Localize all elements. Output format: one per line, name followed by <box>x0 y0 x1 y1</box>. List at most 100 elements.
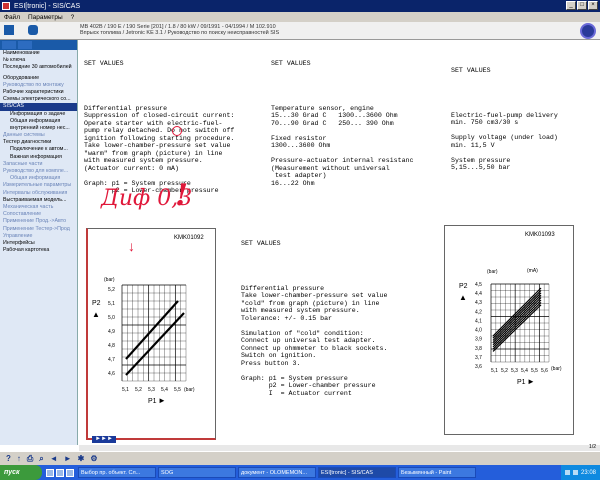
print-icon[interactable]: ⎙ <box>27 454 33 464</box>
tick-label: 5,1 <box>122 387 129 393</box>
sidebar-item[interactable]: Руководство по монтажу <box>0 82 77 89</box>
right-arrow-icon-2: ► <box>527 377 535 386</box>
document-view: SET VALUES Differential pressure Suppress… <box>79 40 600 445</box>
sidebar-item[interactable]: Запасные части <box>0 161 77 168</box>
red-arrow-icon: ↓ <box>128 238 135 254</box>
sidebar-item[interactable]: Измерительные параметры <box>0 182 77 189</box>
taskbar-buttons: Выбор пр. объект. Сл... SOG документ - OLO… <box>76 467 476 478</box>
current-curve <box>492 299 542 348</box>
page-indicator: 1/2 <box>589 444 596 450</box>
sidebar-item[interactable]: Рабочие характеристики <box>0 89 77 96</box>
minimize-button[interactable]: _ <box>566 1 576 10</box>
quick-launch-icon-2[interactable] <box>56 468 64 477</box>
tools-icon[interactable]: ⚙ <box>90 454 97 463</box>
back-icon[interactable]: ◄ <box>50 454 58 463</box>
tray-icon <box>564 470 570 475</box>
sidebar-item[interactable]: Выстраиваемая модель... <box>0 197 77 204</box>
menu-bar: Файл Параметры ? <box>0 12 600 22</box>
tick-label: 5,4 <box>161 387 168 393</box>
sidebar-item[interactable]: Общая информация <box>0 175 77 182</box>
text-line: min. 11,5 V <box>451 141 495 149</box>
maximize-button[interactable]: □ <box>577 1 587 10</box>
sidebar-item[interactable]: Управление <box>0 233 77 240</box>
sidebar-item[interactable]: Руководство для компле... <box>0 168 77 175</box>
panel-mid-heading: SET VALUES <box>271 60 311 67</box>
sidebar-item[interactable]: Тестер диагностики <box>0 139 77 146</box>
tick-label: 4,4 <box>475 291 482 297</box>
sidebar-item[interactable]: Применение Тестер->Прод <box>0 226 77 233</box>
taskbar-button[interactable]: ESI[tronic] - SIS/CAS <box>318 467 396 478</box>
sidebar-item[interactable]: Данные системы <box>0 132 77 139</box>
forward-icon[interactable]: ► <box>64 454 72 463</box>
sidebar-item[interactable]: Важная информация <box>0 154 77 161</box>
taskbar-button[interactable]: документ - OLOMEMON... <box>238 467 316 478</box>
text-line: Differential pressure <box>84 104 168 112</box>
help-icon[interactable]: ? <box>6 454 11 463</box>
start-button[interactable]: пуск <box>0 465 42 480</box>
clock: 23:08 <box>580 469 596 476</box>
sidebar-item[interactable]: Информация о задаче <box>0 111 77 118</box>
sidebar-item[interactable]: Интерфейсы <box>0 240 77 247</box>
text-line: Electric-fuel-pump delivery <box>451 111 558 119</box>
sidebar-item[interactable]: Интервалы обслуживания <box>0 190 77 197</box>
sidebar-item[interactable]: Оборудование <box>0 75 77 82</box>
sidebar-item[interactable]: № ключа <box>0 57 77 64</box>
page-nav-button[interactable]: ►►► <box>92 436 116 443</box>
vehicle-info-line2: Впрыск топлива / Jetronic KE 3.1 / Руков… <box>80 30 280 36</box>
text-line: Differential pressure <box>241 284 325 292</box>
sidebar-tab-parts[interactable] <box>18 41 32 49</box>
graph-right-xlabel: P1 <box>517 379 526 386</box>
toolbar-icon-2[interactable] <box>28 25 38 35</box>
window-titlebar: ESI[tronic] - SIS/CAS _ □ × <box>0 0 600 12</box>
taskbar-button[interactable]: Выбор пр. объект. Сл... <box>78 467 156 478</box>
text-line: Connect up ohmmeter to black sockets. <box>241 344 388 352</box>
tick-label: 4,6 <box>108 371 115 377</box>
current-curve <box>492 294 542 344</box>
sidebar-item[interactable]: SIS/CAS <box>0 103 77 111</box>
sidebar-item[interactable]: Общая информация <box>0 118 77 125</box>
sidebar-item[interactable]: Последние 30 автомобилей <box>0 64 77 71</box>
taskbar-button[interactable]: Безымянный - Paint <box>398 467 476 478</box>
graph-right-code: KMK01093 <box>525 232 555 238</box>
tick-label: 3,6 <box>475 364 482 370</box>
graph-left-ylabel: P2 <box>92 300 101 307</box>
bookmark-icon[interactable]: ✱ <box>78 454 85 463</box>
text-line: Tolerance: +/- 0.15 bar <box>241 314 333 322</box>
graph-right-xunit: (bar) <box>551 366 562 372</box>
arrow-up-icon[interactable]: ↑ <box>17 454 21 463</box>
sidebar-item[interactable]: Рабочая картотека <box>0 247 77 254</box>
tick-label: 5,5 <box>174 387 181 393</box>
tick-label: 3,8 <box>475 346 482 352</box>
panel-mid-text: Temperature sensor, engine 15...30 Grad C… <box>271 105 413 188</box>
sidebar-item[interactable]: Подключение к автом... <box>0 146 77 153</box>
tick-label: 5,3 <box>511 368 518 374</box>
right-arrow-icon: ► <box>158 396 166 405</box>
sidebar-item[interactable]: Применение Прод.->Авто <box>0 218 77 225</box>
menu-settings[interactable]: Параметры <box>28 14 63 21</box>
sidebar-item[interactable]: внутренний номер нес... <box>0 125 77 132</box>
close-button[interactable]: × <box>588 1 598 10</box>
sidebar-item[interactable]: Схемы электрического со... <box>0 96 77 103</box>
text-line: 16...22 Ohm <box>271 179 315 187</box>
graph-right-yunit: (bar) <box>487 269 498 275</box>
sidebar-item[interactable]: Наименование <box>0 50 77 57</box>
text-line: 15...30 Grad C 1300...3600 Ohm <box>271 112 398 119</box>
quick-launch-icon-3[interactable] <box>66 468 74 477</box>
sidebar-item[interactable]: Сопоставление <box>0 211 77 218</box>
zoom-icon[interactable]: ⌕ <box>39 454 43 464</box>
toolbar-icon[interactable] <box>4 25 14 35</box>
sidebar-tab-car[interactable] <box>2 41 16 49</box>
up-arrow-icon-2: ▲ <box>459 293 467 302</box>
quick-launch-icon-1[interactable] <box>46 468 54 477</box>
text-line: pump relay detached. Do not switch off <box>84 127 235 134</box>
text-line: Take lower-chamber-pressure set value <box>241 292 388 299</box>
menu-file[interactable]: Файл <box>4 14 20 21</box>
tick-label: 4,8 <box>108 343 115 349</box>
menu-help[interactable]: ? <box>71 14 75 21</box>
text-line <box>241 322 387 330</box>
sidebar-item[interactable]: Механическая часть <box>0 204 77 211</box>
graph-left-grid <box>121 284 187 382</box>
tick-label: 5,4 <box>521 368 528 374</box>
tray-icon <box>572 470 578 475</box>
taskbar-button[interactable]: SOG <box>158 467 236 478</box>
